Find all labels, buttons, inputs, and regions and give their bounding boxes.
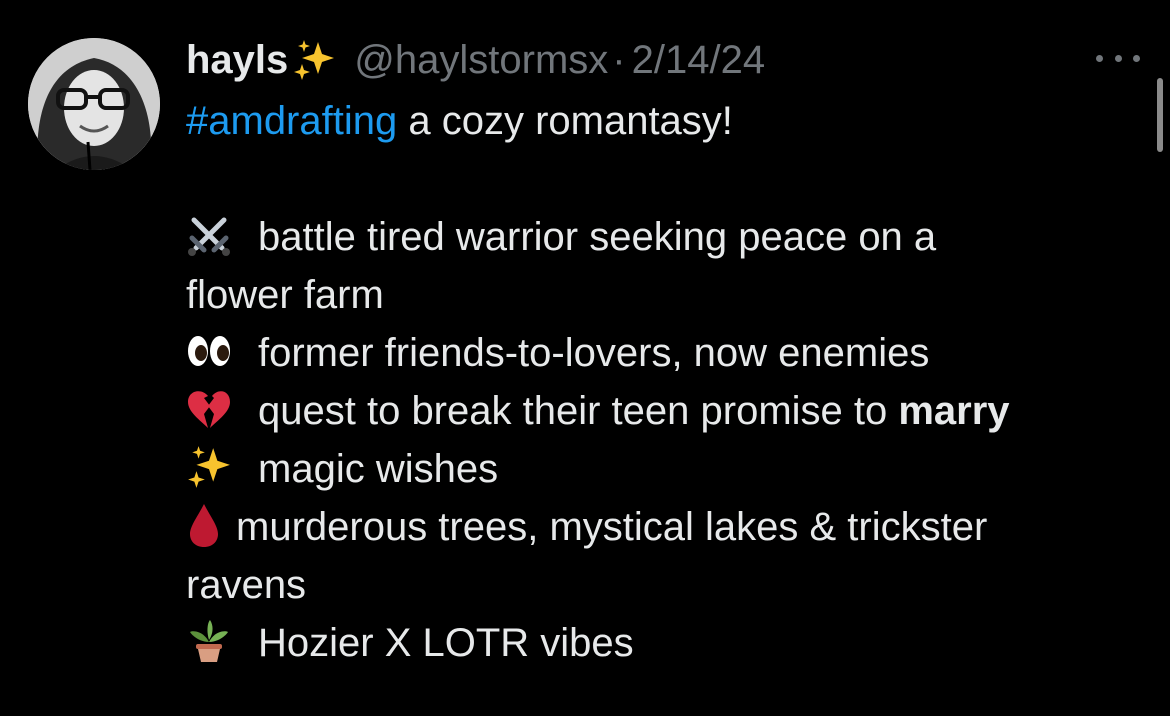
sparkles-icon [186,444,232,490]
sparkles-icon [292,38,336,82]
item-text: former friends-to-lovers, now enemies [258,331,930,375]
list-item: Hozier X LOTR vibes [186,614,1146,672]
more-dot [1114,54,1122,62]
item-text: battle tired warrior seeking peace on a [258,215,937,259]
avatar-photo [28,38,160,170]
header-separator: · [612,38,626,82]
item-text: magic wishes [258,447,499,491]
item-text: Hozier X LOTR vibes [258,621,634,665]
list-item: magic wishes [186,440,1146,498]
drop-of-blood-icon [186,502,222,548]
tweet-text: #amdrafting a cozy romantasy! battle tir… [186,92,1146,672]
list-item: quest to break their teen promise to mar… [186,382,1146,440]
item-text-continued: flower farm [186,273,384,317]
item-text-continued: ravens [186,563,307,607]
more-dot [1096,54,1103,62]
intro-text: a cozy romantasy! [397,99,733,143]
more-options-button[interactable] [1096,48,1140,68]
tweet: hayls @haylstormsx · 2/14/24 #amdrafting… [0,0,1170,716]
tweet-date[interactable]: 2/14/24 [632,32,765,88]
intro-line: #amdrafting a cozy romantasy! [186,92,1146,150]
hashtag-link[interactable]: #amdrafting [186,99,397,143]
display-name[interactable]: hayls [186,32,288,88]
item-text: murderous trees, mystical lakes & tricks… [236,505,988,549]
potted-plant-icon [186,618,232,664]
avatar[interactable] [28,38,160,170]
broken-heart-icon [186,386,232,432]
tweet-header: hayls @haylstormsx · 2/14/24 [186,32,765,88]
more-dot [1133,54,1140,62]
item-text-bold: marry [898,389,1010,433]
item-text: quest to break their teen promise to [258,389,899,433]
list-item: battle tired warrior seeking peace on a [186,208,1146,266]
handle[interactable]: @haylstormsx [354,32,608,88]
scrollbar-thumb[interactable] [1157,78,1163,152]
crossed-swords-icon [186,212,232,258]
eyes-icon [186,328,232,374]
list-item: former friends-to-lovers, now enemies [186,324,1146,382]
list-item: murderous trees, mystical lakes & tricks… [186,498,1146,556]
